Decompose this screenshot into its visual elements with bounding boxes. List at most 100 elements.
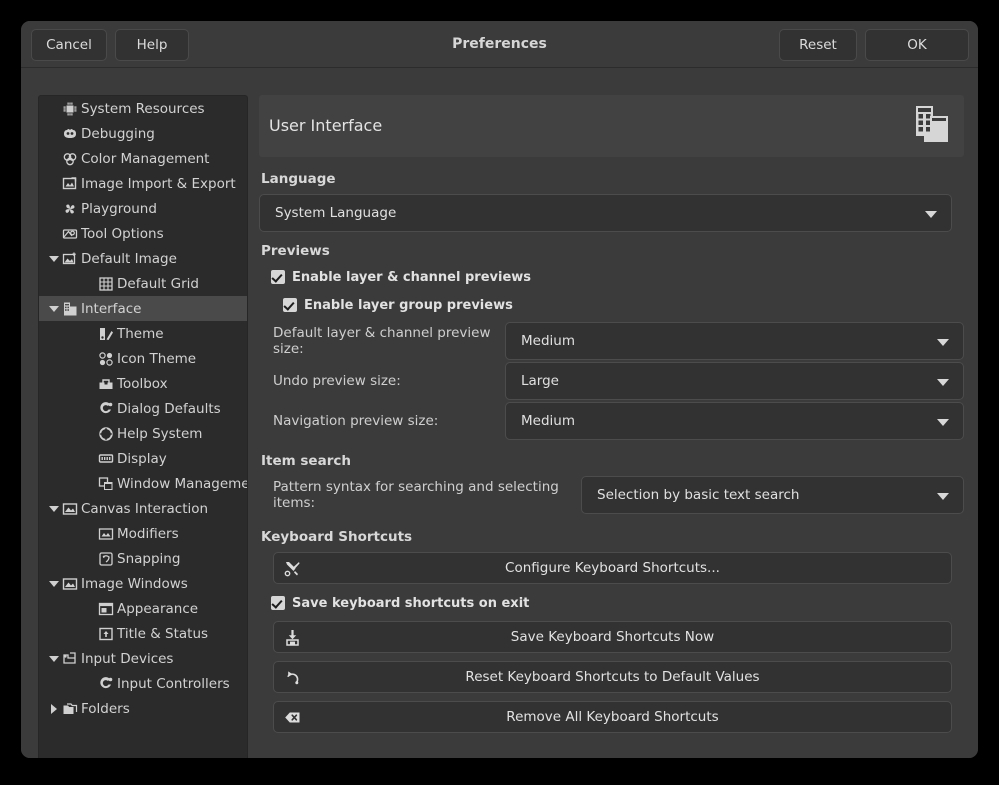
interface-icon: [61, 301, 79, 317]
ok-button[interactable]: OK: [865, 29, 969, 61]
sidebar-item-label: Input Devices: [81, 651, 247, 667]
twisty-spacer: [39, 671, 53, 696]
sidebar-item-default-grid[interactable]: Default Grid: [39, 271, 247, 296]
twisty-spacer: [47, 96, 61, 121]
navigation-preview-size-row: Navigation preview size: Medium: [259, 402, 964, 440]
chevron-down-icon[interactable]: [47, 646, 61, 671]
page-title: User Interface: [269, 95, 382, 157]
sidebar-item-default-image[interactable]: Default Image: [39, 246, 247, 271]
chevron-down-icon[interactable]: [47, 246, 61, 271]
twisty-spacer: [47, 171, 61, 196]
sidebar-item-folders[interactable]: Folders: [39, 696, 247, 721]
save-keyboard-shortcuts-now-button[interactable]: Save Keyboard Shortcuts Now: [273, 621, 952, 653]
save-shortcuts-on-exit-checkbox[interactable]: Save keyboard shortcuts on exit: [271, 592, 964, 614]
twisty-spacer: [39, 371, 53, 396]
save-shortcuts-on-exit-label: Save keyboard shortcuts on exit: [292, 596, 529, 611]
sidebar-item-input-devices[interactable]: Input Devices: [39, 646, 247, 671]
sidebar-item-toolbox[interactable]: Toolbox: [39, 371, 247, 396]
reset-keyboard-shortcuts-label: Reset Keyboard Shortcuts to Default Valu…: [465, 669, 759, 685]
sidebar-item-image-import-export[interactable]: Image Import & Export: [39, 171, 247, 196]
sidebar-item-title-status[interactable]: Title & Status: [39, 621, 247, 646]
twisty-spacer: [39, 446, 53, 471]
language-select[interactable]: System Language: [259, 194, 952, 232]
sidebar-item-theme[interactable]: Theme: [39, 321, 247, 346]
remove-all-keyboard-shortcuts-label: Remove All Keyboard Shortcuts: [506, 709, 718, 725]
sidebar-item-label: Title & Status: [117, 626, 247, 642]
help-button[interactable]: Help: [115, 29, 189, 61]
sidebar-item-icon-theme[interactable]: Icon Theme: [39, 346, 247, 371]
twisty-spacer: [47, 146, 61, 171]
undo-preview-size-select[interactable]: Large: [505, 362, 964, 400]
color-circles-icon: [61, 151, 79, 167]
sidebar-item-tool-options[interactable]: Tool Options: [39, 221, 247, 246]
reset-button[interactable]: Reset: [779, 29, 857, 61]
tools-icon: [284, 560, 301, 577]
twisty-spacer: [39, 271, 53, 296]
pattern-syntax-row: Pattern syntax for searching and selecti…: [259, 476, 964, 514]
sidebar-item-label: Theme: [117, 326, 247, 342]
preferences-page: User Interface: [259, 95, 964, 758]
language-value: System Language: [260, 205, 396, 221]
dialog-body: System Resources Debugging Color Managemen…: [21, 68, 978, 758]
twisty-spacer: [39, 521, 53, 546]
twisty-spacer: [39, 596, 53, 621]
sidebar-item-label: Help System: [117, 426, 247, 442]
enable-layer-channel-previews-checkbox[interactable]: Enable layer & channel previews: [271, 266, 964, 288]
page-header: User Interface: [259, 95, 964, 157]
chevron-down-icon[interactable]: [47, 296, 61, 321]
chevron-down-icon: [925, 211, 937, 218]
user-interface-icon: [907, 102, 955, 150]
previews-section-label: Previews: [261, 243, 964, 259]
backspace-delete-icon: [284, 709, 301, 726]
sidebar-item-system-resources[interactable]: System Resources: [39, 96, 247, 121]
sidebar-item-appearance[interactable]: Appearance: [39, 596, 247, 621]
sidebar-item-label: Canvas Interaction: [81, 501, 247, 517]
sidebar-item-label: Color Management: [81, 151, 247, 167]
sidebar-item-help-system[interactable]: Help System: [39, 421, 247, 446]
sidebar-item-debugging[interactable]: Debugging: [39, 121, 247, 146]
remove-all-keyboard-shortcuts-button[interactable]: Remove All Keyboard Shortcuts: [273, 701, 952, 733]
sidebar-item-canvas-interaction[interactable]: Canvas Interaction: [39, 496, 247, 521]
undo-preview-size-row: Undo preview size: Large: [259, 362, 964, 400]
dialog-titlebar: Cancel Help Preferences Reset OK: [21, 21, 978, 68]
default-preview-size-select[interactable]: Medium: [505, 322, 964, 360]
twisty-spacer: [39, 546, 53, 571]
sidebar-item-modifiers[interactable]: Modifiers: [39, 521, 247, 546]
sidebar-item-input-controllers[interactable]: Input Controllers: [39, 671, 247, 696]
title-status-icon: [97, 626, 115, 642]
navigation-preview-size-select[interactable]: Medium: [505, 402, 964, 440]
sidebar-item-label: System Resources: [81, 101, 247, 117]
sidebar-item-interface[interactable]: Interface: [39, 296, 247, 321]
sidebar-item-label: Icon Theme: [117, 351, 247, 367]
new-image-icon: [61, 251, 79, 267]
sidebar-item-dialog-defaults[interactable]: Dialog Defaults: [39, 396, 247, 421]
sidebar-item-snapping[interactable]: Snapping: [39, 546, 247, 571]
sidebar-item-display[interactable]: Display: [39, 446, 247, 471]
chevron-down-icon[interactable]: [47, 496, 61, 521]
reset-keyboard-shortcuts-button[interactable]: Reset Keyboard Shortcuts to Default Valu…: [273, 661, 952, 693]
pattern-syntax-select[interactable]: Selection by basic text search: [581, 476, 964, 514]
sidebar-item-window-management[interactable]: Window Management: [39, 471, 247, 496]
sidebar-item-color-management[interactable]: Color Management: [39, 146, 247, 171]
enable-layer-group-previews-checkbox[interactable]: Enable layer group previews: [283, 294, 964, 316]
chevron-down-icon[interactable]: [47, 571, 61, 596]
canvas-icon: [61, 501, 79, 517]
configure-keyboard-shortcuts-button[interactable]: Configure Keyboard Shortcuts...: [273, 552, 952, 584]
sidebar-item-image-windows[interactable]: Image Windows: [39, 571, 247, 596]
cpu-chip-icon: [61, 101, 79, 117]
sidebar-item-label: Interface: [81, 301, 247, 317]
navigation-preview-size-label: Navigation preview size:: [259, 413, 505, 429]
chevron-right-icon[interactable]: [47, 696, 61, 721]
preferences-category-tree[interactable]: System Resources Debugging Color Managemen…: [38, 95, 248, 758]
cancel-button[interactable]: Cancel: [31, 29, 107, 61]
pattern-syntax-label: Pattern syntax for searching and selecti…: [259, 479, 581, 511]
chevron-down-icon: [937, 339, 949, 346]
icon-theme-icon: [97, 351, 115, 367]
sidebar-item-label: Image Import & Export: [81, 176, 247, 192]
sidebar-item-playground[interactable]: Playground: [39, 196, 247, 221]
sidebar-item-label: Snapping: [117, 551, 247, 567]
sidebar-item-label: Window Management: [117, 476, 248, 492]
twisty-spacer: [47, 196, 61, 221]
input-devices-icon: [61, 651, 79, 667]
sidebar-item-label: Debugging: [81, 126, 247, 142]
